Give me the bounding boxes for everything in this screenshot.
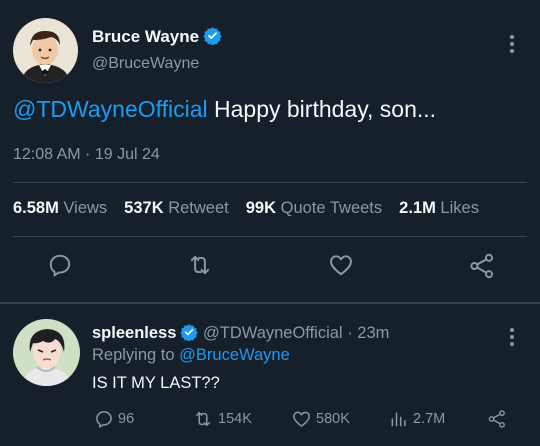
- author-handle[interactable]: @BruceWayne: [92, 55, 199, 73]
- divider: [0, 302, 540, 304]
- more-icon[interactable]: [508, 32, 516, 56]
- reply-like-button[interactable]: 580K: [291, 409, 350, 429]
- tweet-mention-link[interactable]: @TDWayneOfficial: [13, 96, 208, 122]
- reply-tweet[interactable]: spleenless @TDWayneOfficial · 23m Replyi…: [0, 305, 540, 446]
- reply-reply-button[interactable]: 96: [94, 409, 134, 429]
- divider: [13, 236, 527, 237]
- divider: [13, 182, 527, 183]
- more-icon[interactable]: [508, 325, 516, 349]
- reply-separator: ·: [342, 324, 358, 342]
- reply-icon: [96, 411, 112, 428]
- verified-badge-icon: [180, 324, 199, 341]
- verified-badge-icon: [203, 27, 222, 45]
- reply-author-handle[interactable]: @TDWayneOfficial: [203, 324, 343, 342]
- views-icon: [391, 412, 406, 427]
- tweet-timestamp[interactable]: 12:08 AM · 19 Jul 24: [13, 146, 160, 164]
- reply-header: spleenless @TDWayneOfficial · 23m: [92, 323, 389, 343]
- stat-likes[interactable]: 2.1M Likes: [399, 199, 479, 218]
- reply-text: IS IT MY LAST??: [92, 374, 220, 392]
- reply-retweet-button[interactable]: 154K: [192, 409, 252, 429]
- tweet-stats: 6.58M Views 537K Retweet 99K Quote Tweet…: [13, 199, 496, 218]
- share-icon: [488, 410, 505, 428]
- tweet-body: Happy birthday, son...: [207, 96, 437, 122]
- reply-icon[interactable]: [47, 252, 73, 278]
- reply-time[interactable]: 23m: [357, 324, 389, 342]
- like-icon[interactable]: [327, 252, 355, 278]
- main-tweet: Bruce Wayne @BruceWayne @TDWayneOfficial…: [0, 0, 540, 300]
- reply-share-button[interactable]: [487, 409, 511, 429]
- share-icon[interactable]: [468, 252, 496, 280]
- stat-quote-tweets[interactable]: 99K Quote Tweets: [246, 199, 382, 218]
- author-avatar[interactable]: [13, 18, 78, 83]
- author-name[interactable]: Bruce Wayne: [92, 26, 222, 47]
- retweet-icon[interactable]: [186, 252, 214, 278]
- like-icon: [293, 411, 310, 427]
- replying-to-link[interactable]: @BruceWayne: [179, 346, 290, 364]
- replying-to: Replying to @BruceWayne: [92, 346, 290, 364]
- reply-author-name[interactable]: spleenless: [92, 324, 176, 342]
- reply-views-button[interactable]: 2.7M: [389, 409, 445, 429]
- reply-avatar[interactable]: [13, 319, 80, 386]
- stat-retweets[interactable]: 537K Retweet: [124, 199, 229, 218]
- tweet-actions: [0, 252, 540, 282]
- stat-views[interactable]: 6.58M Views: [13, 199, 107, 218]
- tweet-text: @TDWayneOfficial Happy birthday, son...: [13, 96, 436, 123]
- retweet-icon: [196, 412, 210, 426]
